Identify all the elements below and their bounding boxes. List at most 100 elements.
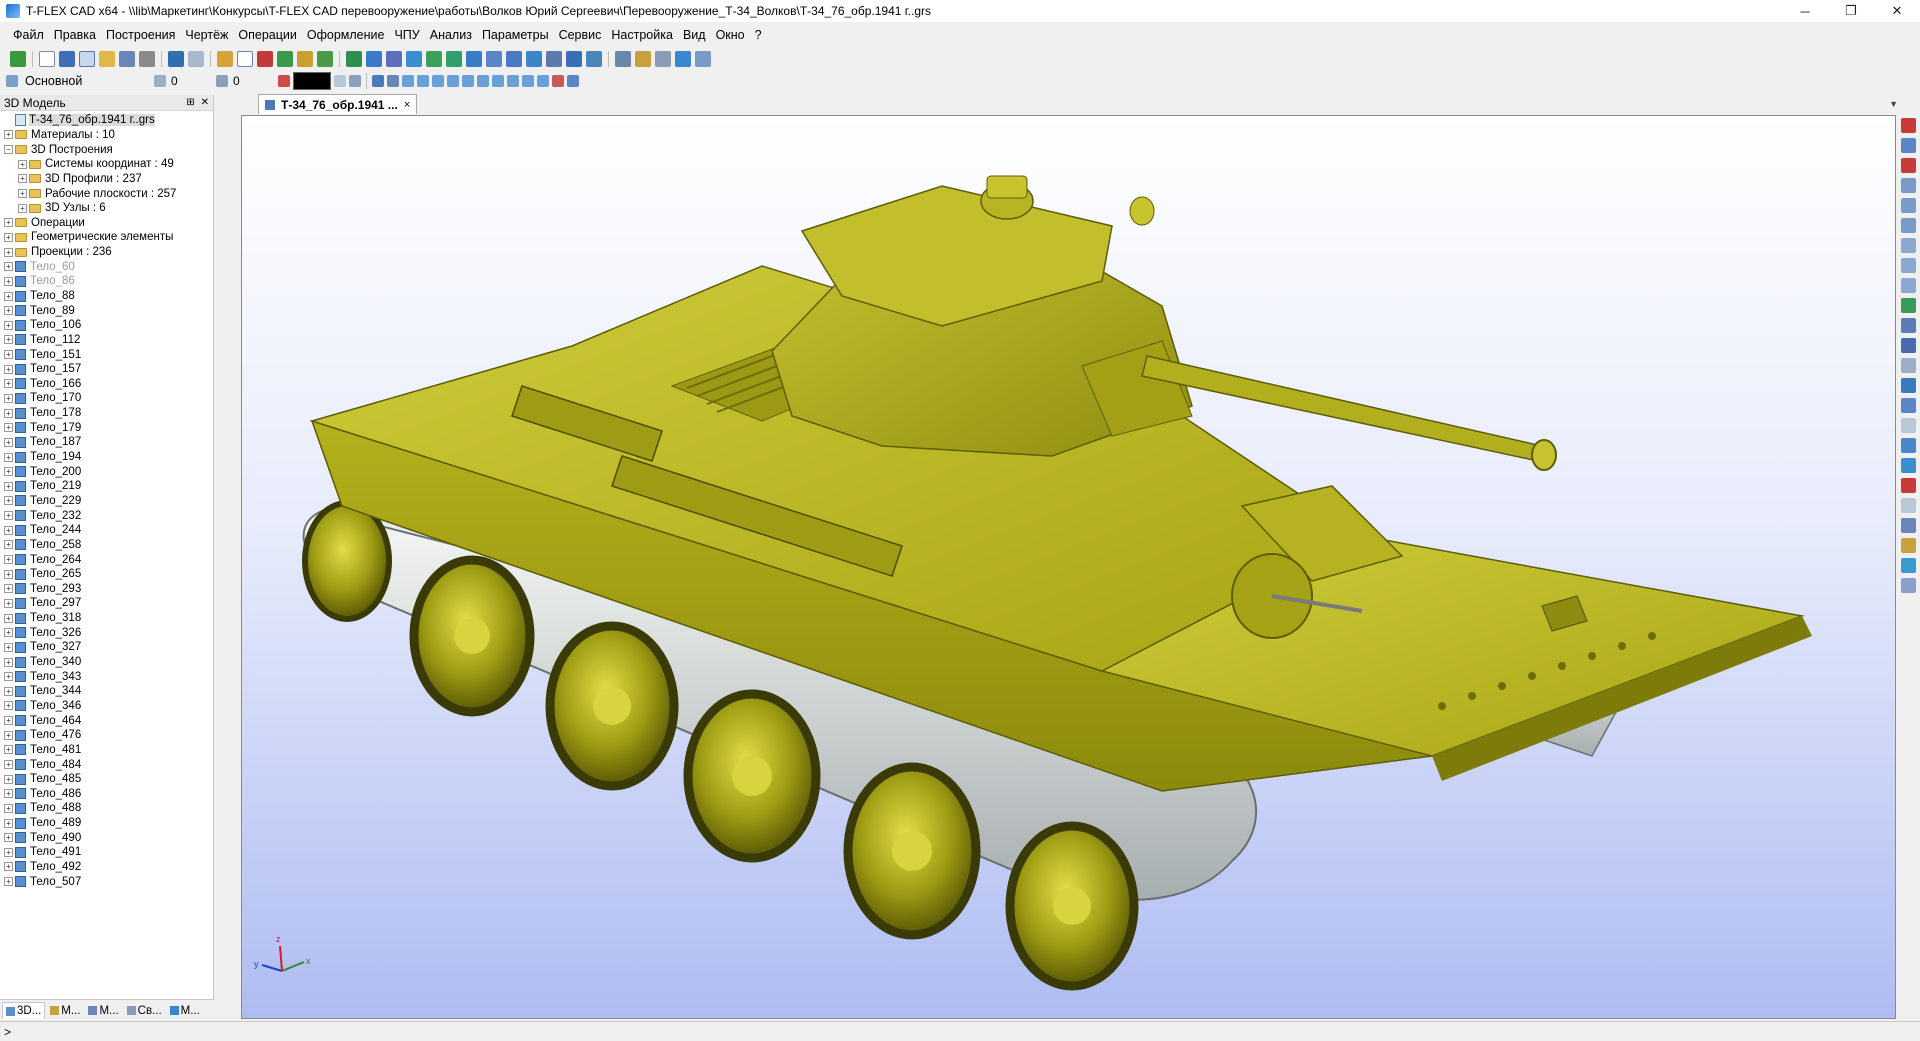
tree-item[interactable]: + Тело_219 <box>0 479 214 494</box>
tree-item[interactable]: + Тело_297 <box>0 596 214 611</box>
expand-icon[interactable]: + <box>4 672 13 682</box>
expand-icon[interactable]: + <box>4 247 13 257</box>
expand-icon[interactable]: + <box>4 130 13 140</box>
tree-item[interactable]: + Тело_264 <box>0 552 214 567</box>
surface-icon[interactable] <box>546 51 562 67</box>
zoom-window-icon[interactable] <box>1900 198 1916 213</box>
display-icon[interactable] <box>1900 518 1916 533</box>
view-dimetric-icon[interactable] <box>507 75 519 87</box>
document-tab-close-icon[interactable]: × <box>404 99 410 111</box>
save-icon[interactable] <box>59 51 75 67</box>
axis-icon[interactable] <box>257 51 273 67</box>
expand-icon[interactable]: + <box>18 174 27 184</box>
tree-item[interactable]: + Тело_490 <box>0 830 214 845</box>
expand-icon[interactable]: + <box>4 467 13 477</box>
expand-icon[interactable]: + <box>4 877 13 887</box>
shadows-icon[interactable] <box>1900 458 1916 473</box>
tree-item[interactable]: + Тело_194 <box>0 450 214 465</box>
menu-annotation[interactable]: Оформление <box>302 24 390 46</box>
tab-properties[interactable]: Св... <box>124 1003 165 1019</box>
tree-item[interactable]: + Операции <box>0 215 214 230</box>
view-front-icon[interactable] <box>402 75 414 87</box>
menu-parameters[interactable]: Параметры <box>477 24 554 46</box>
print-icon[interactable] <box>139 51 155 67</box>
filter-icon[interactable] <box>387 75 399 87</box>
tree-item[interactable]: + Тело_340 <box>0 655 214 670</box>
expand-icon[interactable]: + <box>4 511 13 521</box>
visibility-icon[interactable] <box>1900 558 1916 573</box>
camera-icon[interactable] <box>552 75 564 87</box>
tree-item[interactable]: + Тело_344 <box>0 684 214 699</box>
window-icon[interactable] <box>79 51 95 67</box>
select-icon[interactable] <box>237 51 253 67</box>
view-trimetric-icon[interactable] <box>522 75 534 87</box>
sweep-icon[interactable] <box>526 51 542 67</box>
expand-icon[interactable]: + <box>4 350 13 360</box>
expand-icon[interactable]: + <box>4 218 13 228</box>
color-picker-icon[interactable] <box>278 75 290 87</box>
variables-icon[interactable] <box>655 51 671 67</box>
snap-icon[interactable] <box>372 75 384 87</box>
tree-item[interactable]: +3D Профили : 237 <box>0 172 214 187</box>
link-icon[interactable] <box>675 51 691 67</box>
tree-item[interactable]: Т-34_76_обр.1941 г..grs <box>0 113 214 128</box>
rotate-view-icon[interactable] <box>1900 158 1916 173</box>
tree-item[interactable]: + Материалы : 10 <box>0 128 214 143</box>
window-view-icon[interactable] <box>1900 578 1916 593</box>
collapse-icon[interactable]: − <box>4 145 13 155</box>
expand-icon[interactable]: + <box>4 393 13 403</box>
expand-icon[interactable]: + <box>18 159 27 169</box>
tab-macros[interactable]: М... <box>167 1003 203 1019</box>
expand-icon[interactable]: + <box>4 364 13 374</box>
measure-icon[interactable] <box>615 51 631 67</box>
wireframe-icon[interactable] <box>1900 318 1916 333</box>
expand-icon[interactable]: + <box>4 847 13 857</box>
expand-icon[interactable]: + <box>4 657 13 667</box>
view-back-icon[interactable] <box>417 75 429 87</box>
expand-icon[interactable]: + <box>18 189 27 199</box>
expand-icon[interactable]: + <box>4 408 13 418</box>
expand-icon[interactable]: + <box>4 833 13 843</box>
view-bottom-icon[interactable] <box>477 75 489 87</box>
expand-icon[interactable]: + <box>4 760 13 769</box>
expand-icon[interactable]: + <box>4 642 13 652</box>
tab-list-dropdown-icon[interactable]: ▼ <box>1889 99 1898 109</box>
loft-icon[interactable] <box>386 51 402 67</box>
zoom-out-icon[interactable] <box>1900 258 1916 273</box>
tree-item[interactable]: + Тело_170 <box>0 391 214 406</box>
expand-icon[interactable]: + <box>4 774 13 784</box>
coordinate-system-icon[interactable] <box>297 51 313 67</box>
tree-item[interactable]: − 3D Построения <box>0 142 214 157</box>
gear-icon[interactable] <box>566 51 582 67</box>
expand-icon[interactable]: + <box>4 540 13 550</box>
tree-item[interactable]: + Тело_232 <box>0 508 214 523</box>
expand-icon[interactable]: + <box>4 862 13 872</box>
material-icon[interactable] <box>334 75 346 87</box>
render-icon[interactable] <box>567 75 579 87</box>
restore-button[interactable]: ❐ <box>1828 0 1874 22</box>
shield-icon[interactable] <box>406 51 422 67</box>
texture-icon[interactable] <box>349 75 361 87</box>
save-all-icon[interactable] <box>119 51 135 67</box>
menu-analysis[interactable]: Анализ <box>425 24 477 46</box>
section-icon[interactable] <box>1900 358 1916 373</box>
tab-3d-model[interactable]: 3D... <box>2 1002 46 1019</box>
expand-icon[interactable]: + <box>4 716 13 726</box>
shell-icon[interactable] <box>506 51 522 67</box>
tree-item[interactable]: + Тело_492 <box>0 860 214 875</box>
appearance-icon[interactable] <box>1900 538 1916 553</box>
pan-icon[interactable] <box>1900 138 1916 153</box>
view-top-icon[interactable] <box>462 75 474 87</box>
extrude-icon[interactable] <box>346 51 362 67</box>
profile-icon[interactable] <box>317 51 333 67</box>
tree-item[interactable]: + Тело_244 <box>0 523 214 538</box>
expand-icon[interactable]: + <box>4 745 13 755</box>
tree-item[interactable]: + Тело_112 <box>0 333 214 348</box>
expand-icon[interactable]: + <box>4 818 13 828</box>
tree-item[interactable]: + Тело_293 <box>0 582 214 597</box>
expand-icon[interactable]: + <box>4 232 13 242</box>
tab-materials[interactable]: М... <box>47 1003 83 1019</box>
tree-item[interactable]: + Тело_106 <box>0 318 214 333</box>
workplane-icon[interactable] <box>277 51 293 67</box>
menu-operations[interactable]: Операции <box>233 24 301 46</box>
